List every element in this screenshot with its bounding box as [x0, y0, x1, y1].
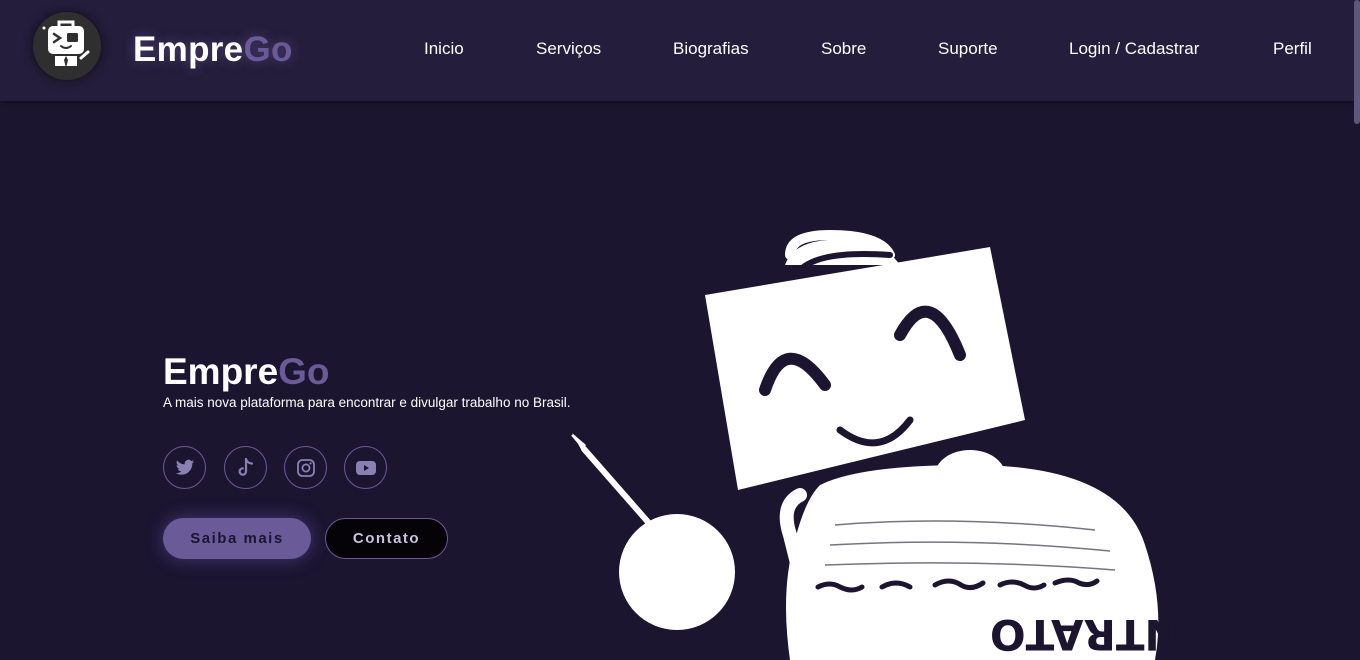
twitter-icon [175, 459, 194, 475]
brand-name[interactable]: EmpreGo [133, 30, 293, 70]
tiktok-icon [238, 457, 253, 476]
page: EmpreGo Inicio Serviços Biografias Sobre… [0, 0, 1360, 660]
contract-text: CONTRATO [990, 610, 1180, 659]
nav-link-inicio[interactable]: Inicio [424, 38, 464, 60]
youtube-link[interactable] [344, 446, 387, 489]
nav-link-biografias[interactable]: Biografias [673, 38, 749, 60]
youtube-icon [355, 460, 376, 475]
contato-button[interactable]: Contato [325, 518, 448, 559]
logo[interactable] [33, 12, 101, 80]
instagram-icon [296, 458, 315, 477]
nav-link-perfil[interactable]: Perfil [1273, 38, 1312, 60]
briefcase-mascot-illustration: CONTRATO [571, 229, 1180, 660]
briefcase-mascot-logo-icon [42, 20, 90, 68]
saiba-mais-button[interactable]: Saiba mais [163, 518, 311, 559]
instagram-link[interactable] [284, 446, 327, 489]
nav-link-servicos[interactable]: Serviços [536, 38, 601, 60]
hero-title-suffix: Go [278, 351, 330, 392]
header: EmpreGo Inicio Serviços Biografias Sobre… [0, 0, 1360, 101]
brand-suffix: Go [243, 30, 293, 69]
brand-prefix: Empre [133, 30, 244, 69]
hero-title: EmpreGo [163, 350, 330, 394]
scrollbar-thumb[interactable] [1354, 0, 1360, 124]
nav-link-login-cadastrar[interactable]: Login / Cadastrar [1069, 38, 1199, 60]
tiktok-link[interactable] [224, 446, 267, 489]
mascot-hand [619, 514, 735, 630]
nav-link-suporte[interactable]: Suporte [938, 38, 998, 60]
nav-link-sobre[interactable]: Sobre [821, 38, 866, 60]
twitter-link[interactable] [163, 446, 206, 489]
hero-title-prefix: Empre [163, 351, 279, 392]
hero-subtitle: A mais nova plataforma para encontrar e … [163, 395, 571, 410]
